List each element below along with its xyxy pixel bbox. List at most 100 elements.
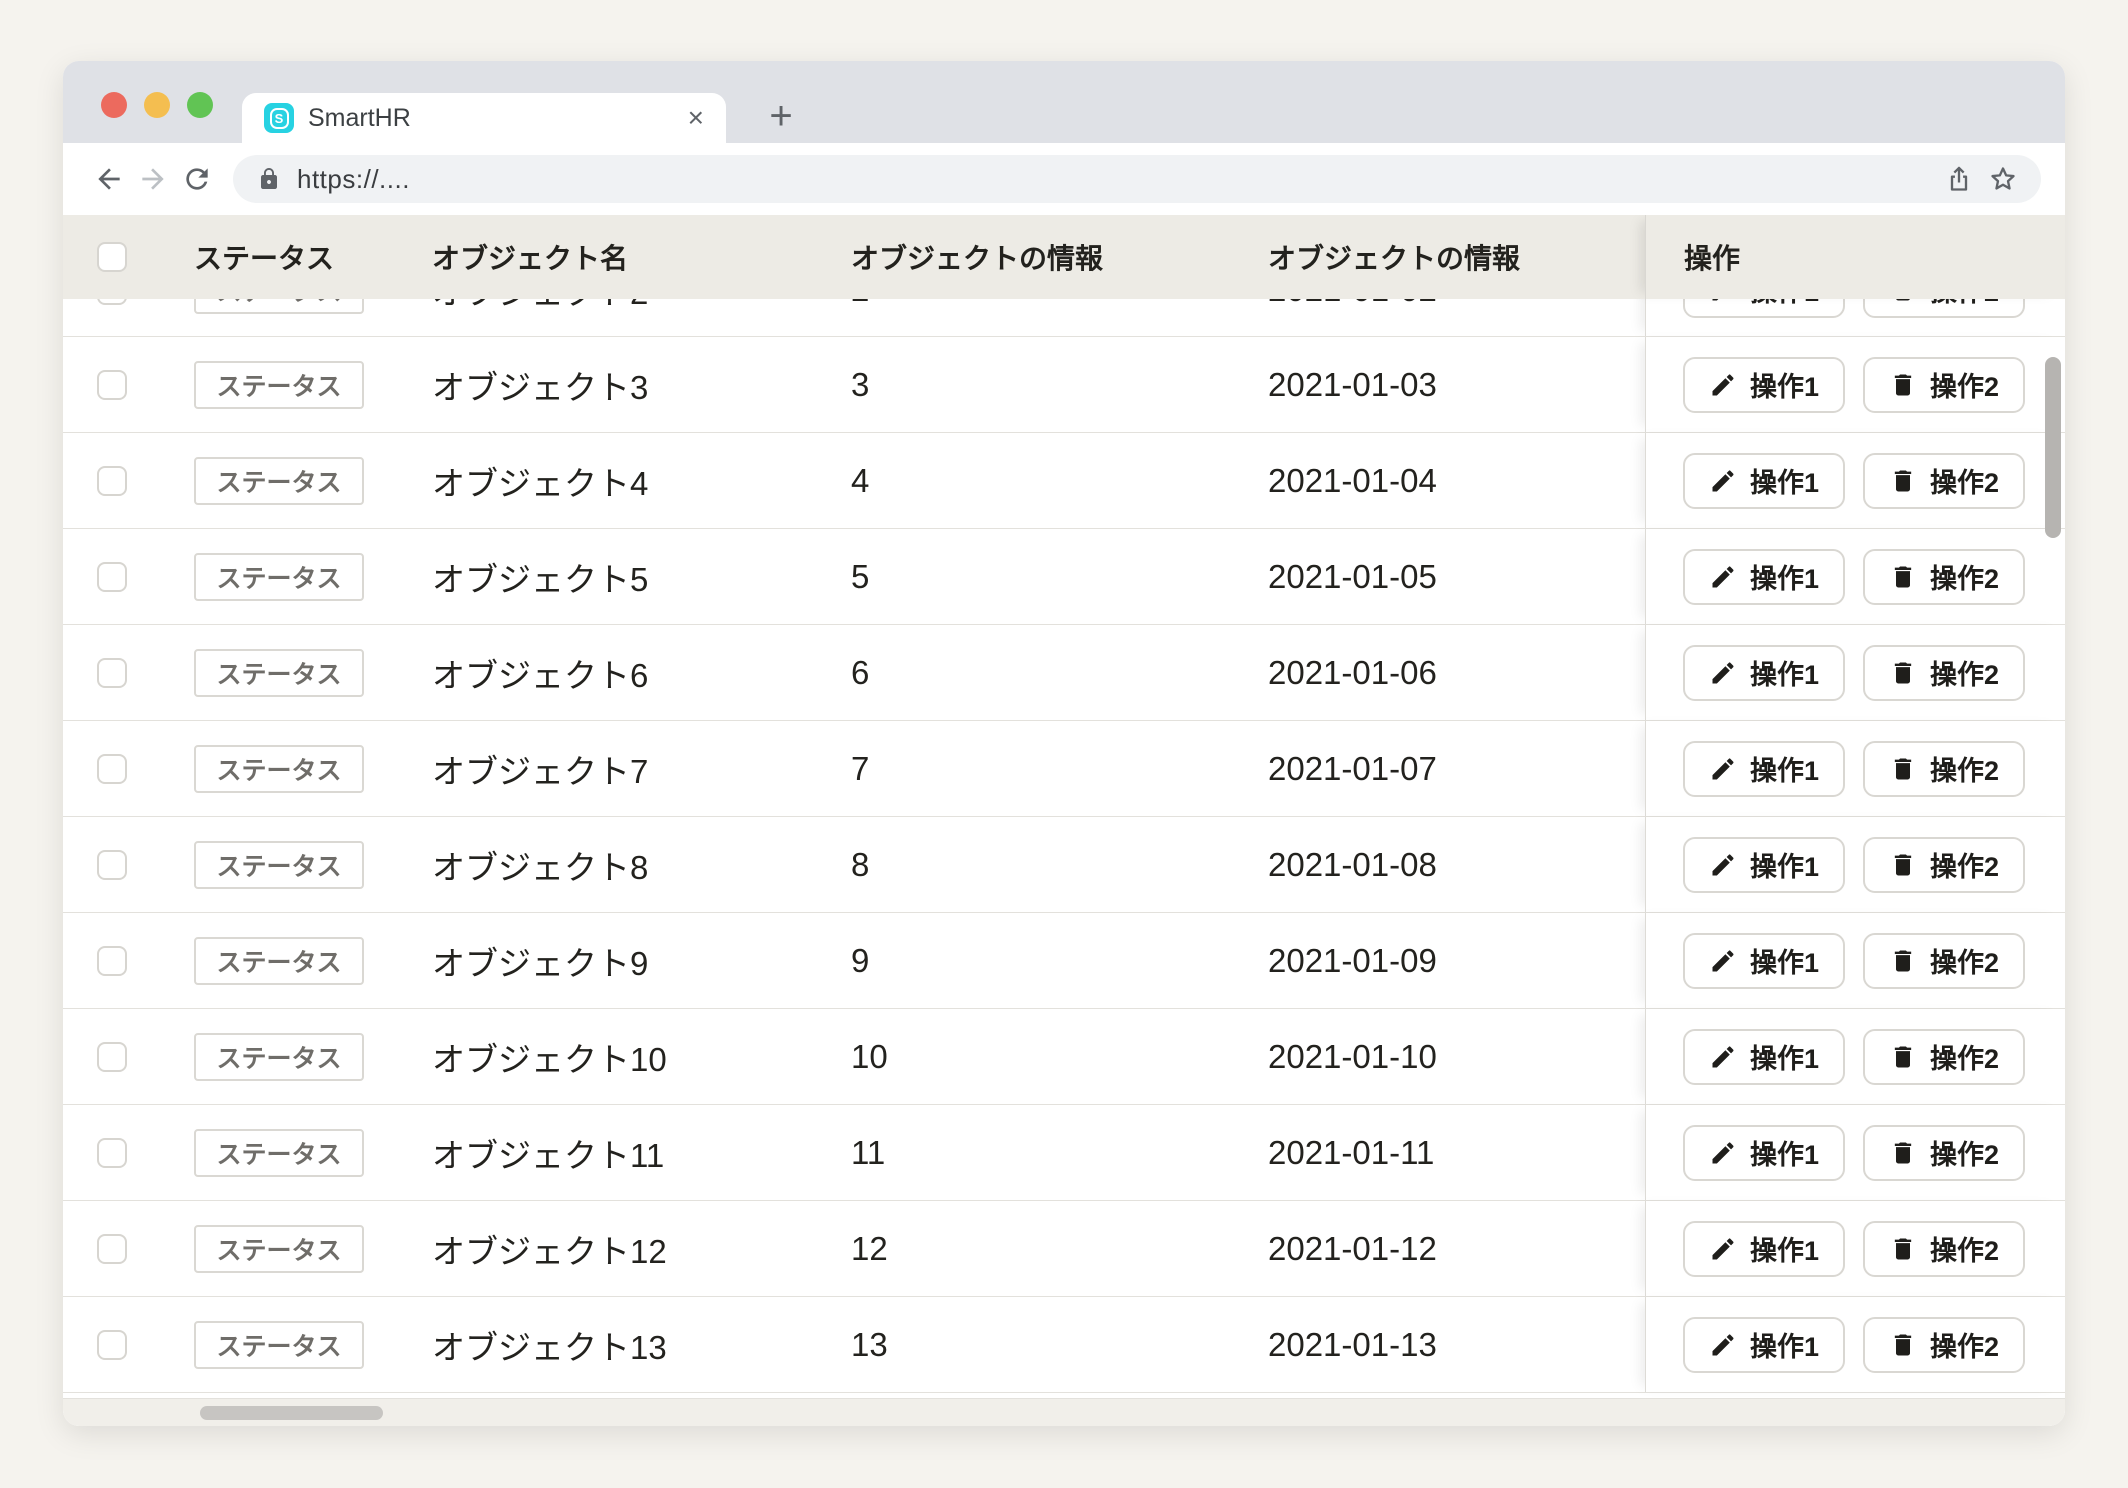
object-date-cell: 2021-01-03 [1268, 366, 1437, 404]
row-checkbox[interactable] [97, 1234, 127, 1264]
object-info-cell: 7 [851, 750, 869, 788]
table-row: ステータス オブジェクト10 10 2021-01-10 操作1 操作2 [63, 1009, 2065, 1105]
share-icon[interactable] [1945, 165, 1973, 193]
row-actions: 操作1 操作2 [1645, 817, 2065, 912]
star-icon[interactable] [1989, 165, 2017, 193]
forward-arrow-icon[interactable] [131, 157, 175, 201]
action1-button[interactable]: 操作1 [1683, 741, 1845, 797]
row-actions: 操作1 操作2 [1645, 913, 2065, 1008]
object-name-cell: オブジェクト6 [432, 649, 648, 697]
row-checkbox[interactable] [97, 370, 127, 400]
horizontal-scrollbar-track[interactable] [63, 1398, 2065, 1426]
object-info-cell: 11 [851, 1134, 885, 1172]
select-all-checkbox[interactable] [97, 242, 127, 272]
action2-button[interactable]: 操作2 [1863, 645, 2025, 701]
window-minimize-button[interactable] [144, 92, 170, 118]
pencil-icon [1709, 1139, 1737, 1167]
trash-icon [1889, 467, 1917, 495]
trash-icon [1889, 947, 1917, 975]
object-info-cell: 13 [851, 1326, 888, 1364]
reload-icon[interactable] [175, 157, 219, 201]
table-row: ステータス オブジェクト8 8 2021-01-08 操作1 操作2 [63, 817, 2065, 913]
object-name-cell: オブジェクト12 [432, 1225, 667, 1273]
object-info-cell: 12 [851, 1230, 888, 1268]
object-date-cell: 2021-01-12 [1268, 1230, 1437, 1268]
row-actions: 操作1 操作2 [1645, 529, 2065, 624]
row-checkbox[interactable] [97, 658, 127, 688]
row-actions: 操作1 操作2 [1645, 721, 2065, 816]
action1-button[interactable]: 操作1 [1683, 357, 1845, 413]
action1-button[interactable]: 操作1 [1683, 1317, 1845, 1373]
action2-button[interactable]: 操作2 [1863, 453, 2025, 509]
action2-button[interactable]: 操作2 [1863, 1317, 2025, 1373]
object-date-cell: 2021-01-07 [1268, 750, 1437, 788]
new-tab-button[interactable]: + [755, 91, 807, 143]
sticky-actions-header: 操作 [1645, 215, 2065, 299]
pencil-icon [1709, 467, 1737, 495]
tab-close-icon[interactable]: × [688, 104, 704, 132]
trash-icon [1889, 1331, 1917, 1359]
trash-icon [1889, 1235, 1917, 1263]
object-name-cell: オブジェクト7 [432, 745, 648, 793]
action2-button[interactable]: 操作2 [1863, 837, 2025, 893]
row-checkbox[interactable] [97, 466, 127, 496]
row-checkbox[interactable] [97, 754, 127, 784]
horizontal-scrollbar-thumb[interactable] [200, 1406, 383, 1420]
row-checkbox[interactable] [97, 1138, 127, 1168]
action2-button[interactable]: 操作2 [1863, 933, 2025, 989]
tab-title: SmartHR [308, 104, 411, 133]
address-bar[interactable]: https://.... [233, 155, 2041, 203]
action2-button[interactable]: 操作2 [1863, 741, 2025, 797]
action1-button[interactable]: 操作1 [1683, 645, 1845, 701]
status-badge: ステータス [194, 649, 364, 697]
object-info-cell: 10 [851, 1038, 888, 1076]
column-header-object-info-2: オブジェクトの情報 [1268, 237, 1520, 277]
action1-button[interactable]: 操作1 [1683, 837, 1845, 893]
action1-button[interactable]: 操作1 [1683, 1221, 1845, 1277]
object-date-cell: 2021-01-02 [1268, 299, 1437, 309]
status-badge: ステータス [194, 299, 364, 314]
object-info-cell: 8 [851, 846, 869, 884]
action1-button[interactable]: 操作1 [1683, 299, 1845, 318]
trash-icon [1889, 563, 1917, 591]
object-name-cell: オブジェクト2 [432, 299, 648, 314]
row-checkbox[interactable] [97, 1330, 127, 1360]
lock-icon [257, 167, 281, 191]
action2-button[interactable]: 操作2 [1863, 1125, 2025, 1181]
pencil-icon [1709, 299, 1737, 304]
row-checkbox[interactable] [97, 850, 127, 880]
object-date-cell: 2021-01-13 [1268, 1326, 1437, 1364]
action1-button[interactable]: 操作1 [1683, 1125, 1845, 1181]
table-row: ステータス オブジェクト11 11 2021-01-11 操作1 操作2 [63, 1105, 2065, 1201]
row-actions: 操作1 操作2 [1645, 1105, 2065, 1200]
vertical-scrollbar-thumb[interactable] [2045, 357, 2061, 538]
back-arrow-icon[interactable] [87, 157, 131, 201]
object-date-cell: 2021-01-10 [1268, 1038, 1437, 1076]
window-zoom-button[interactable] [187, 92, 213, 118]
action2-button[interactable]: 操作2 [1863, 1221, 2025, 1277]
row-checkbox[interactable] [97, 946, 127, 976]
object-info-cell: 5 [851, 558, 869, 596]
row-checkbox[interactable] [97, 1042, 127, 1072]
status-badge: ステータス [194, 841, 364, 889]
object-name-cell: オブジェクト8 [432, 841, 648, 889]
window-close-button[interactable] [101, 92, 127, 118]
action1-button[interactable]: 操作1 [1683, 453, 1845, 509]
table-row: ステータス オブジェクト7 7 2021-01-07 操作1 操作2 [63, 721, 2065, 817]
action1-button[interactable]: 操作1 [1683, 933, 1845, 989]
action2-button[interactable]: 操作2 [1863, 357, 2025, 413]
object-name-cell: オブジェクト9 [432, 937, 648, 985]
action2-button[interactable]: 操作2 [1863, 549, 2025, 605]
pencil-icon [1709, 851, 1737, 879]
row-checkbox[interactable] [97, 562, 127, 592]
action2-button[interactable]: 操作2 [1863, 299, 2025, 318]
url-text[interactable]: https://.... [297, 164, 1929, 195]
row-checkbox[interactable] [97, 299, 127, 305]
object-date-cell: 2021-01-05 [1268, 558, 1437, 596]
row-actions: 操作1 操作2 [1645, 625, 2065, 720]
action1-button[interactable]: 操作1 [1683, 1029, 1845, 1085]
action2-button[interactable]: 操作2 [1863, 1029, 2025, 1085]
page-content: ステータス オブジェクト名 オブジェクトの情報 オブジェクトの情報 操作 ステー… [63, 215, 2065, 1426]
browser-tab[interactable]: S SmartHR × [242, 93, 726, 143]
action1-button[interactable]: 操作1 [1683, 549, 1845, 605]
